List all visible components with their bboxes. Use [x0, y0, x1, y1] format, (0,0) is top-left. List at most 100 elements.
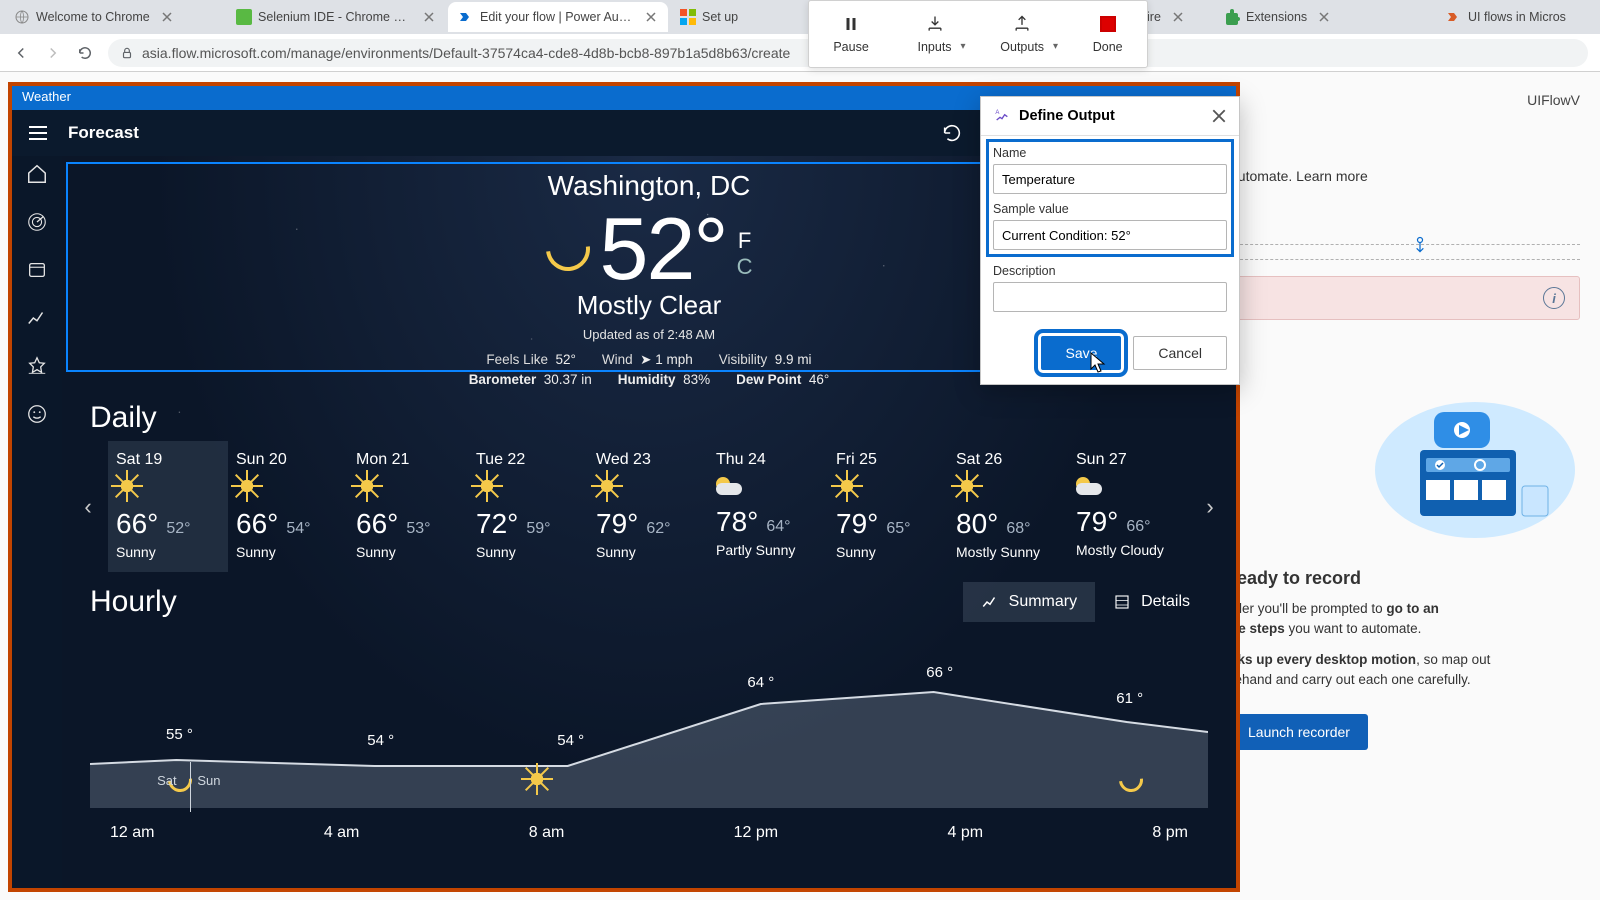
tab-title: UI flows in Micros — [1468, 10, 1566, 24]
browser-tab[interactable]: Set up — [670, 2, 800, 32]
day-card[interactable]: Thu 2478°64°Partly Sunny — [708, 441, 828, 572]
tab-title: Selenium IDE - Chrome Web Sto — [258, 10, 412, 24]
browser-tab[interactable]: Selenium IDE - Chrome Web Sto — [226, 2, 446, 32]
low-temp: 64° — [766, 518, 790, 536]
day-label: Thu 24 — [716, 451, 820, 469]
day-card[interactable]: Fri 2579°65°Sunny — [828, 441, 948, 572]
lock-icon — [120, 46, 134, 60]
day-condition: Mostly Cloudy — [1076, 542, 1180, 558]
radar-icon[interactable] — [25, 210, 49, 234]
day-card[interactable]: Wed 2379°62°Sunny — [588, 441, 708, 572]
forward-button[interactable] — [44, 44, 62, 62]
high-temp: 66° — [116, 508, 158, 540]
day-condition: Sunny — [116, 544, 220, 560]
inputs-dropdown[interactable]: Inputs — [918, 14, 952, 54]
dialog-title: Define Output — [1019, 108, 1211, 124]
launch-recorder-button[interactable]: Launch recorder — [1230, 714, 1368, 750]
history-icon[interactable] — [25, 258, 49, 282]
summary-tab[interactable]: Summary — [963, 582, 1095, 622]
extension-icon — [1224, 9, 1240, 25]
low-temp: 65° — [886, 520, 910, 538]
desc-label: Description — [993, 264, 1227, 278]
favorites-icon[interactable] — [25, 354, 49, 378]
menu-button[interactable] — [18, 113, 58, 153]
sample-label: Sample value — [993, 202, 1227, 216]
next-button[interactable]: › — [1190, 494, 1230, 520]
globe-icon — [14, 9, 30, 25]
home-icon[interactable] — [25, 162, 49, 186]
prev-button[interactable]: ‹ — [68, 494, 108, 520]
browser-tab-active[interactable]: Edit your flow | Power Automate — [448, 2, 668, 32]
chart-icon[interactable] — [25, 306, 49, 330]
partly-sunny-icon — [716, 475, 742, 495]
daily-forecast: ‹ Sat 1966°52°SunnySun 2066°54°SunnyMon … — [62, 441, 1236, 572]
close-icon[interactable] — [160, 10, 174, 24]
browser-tab[interactable]: Welcome to Chrome — [4, 2, 224, 32]
day-card[interactable]: Mon 2166°53°Sunny — [348, 441, 468, 572]
uiflow-label: UIFlowV — [1230, 92, 1580, 108]
outputs-dropdown[interactable]: Outputs — [1000, 14, 1044, 54]
sun-icon — [476, 475, 498, 497]
sun-icon — [836, 475, 858, 497]
sample-input[interactable] — [993, 220, 1227, 250]
day-card[interactable]: Sat 1966°52°Sunny — [108, 441, 228, 572]
moon-icon — [537, 218, 599, 280]
sun-icon — [236, 475, 258, 497]
name-label: Name — [993, 146, 1227, 160]
pause-icon — [841, 14, 861, 34]
sun-icon — [116, 475, 138, 497]
day-label: Sat 26 — [956, 451, 1060, 469]
learn-more-text: automate. Learn more — [1230, 168, 1580, 184]
day-card[interactable]: Sat 2680°68°Mostly Sunny — [948, 441, 1068, 572]
feedback-icon[interactable] — [25, 402, 49, 426]
flow-icon — [458, 9, 474, 25]
details-tab[interactable]: Details — [1095, 582, 1208, 622]
close-icon[interactable] — [644, 10, 658, 24]
back-button[interactable] — [12, 44, 30, 62]
drop-zone[interactable] — [1230, 244, 1580, 260]
day-label: Sat 19 — [116, 451, 220, 469]
day-card[interactable]: Tue 2272°59°Sunny — [468, 441, 588, 572]
sun-icon — [956, 475, 978, 497]
save-button[interactable]: Save — [1041, 336, 1121, 370]
day-card[interactable]: Sun 2779°66°Mostly Cloudy — [1068, 441, 1188, 572]
done-button[interactable]: Done — [1093, 14, 1123, 54]
day-label: Sun 27 — [1076, 451, 1180, 469]
close-icon[interactable] — [1317, 10, 1331, 24]
outputs-icon — [1012, 14, 1032, 34]
day-label: Sun 20 — [236, 451, 340, 469]
unit-toggle[interactable]: FC — [737, 228, 753, 280]
day-label: Wed 23 — [596, 451, 700, 469]
day-label: Tue 22 — [476, 451, 580, 469]
day-condition: Sunny — [836, 544, 940, 560]
high-temp: 80° — [956, 508, 998, 540]
name-input[interactable] — [993, 164, 1227, 194]
url-text: asia.flow.microsoft.com/manage/environme… — [142, 45, 790, 61]
browser-tab[interactable]: UI flows in Micros — [1436, 2, 1596, 32]
hourly-chart[interactable]: 55 ° 54 ° 54 ° 64 ° 66 ° 61 ° Sat Sun 12… — [90, 628, 1208, 848]
selenium-icon — [236, 9, 252, 25]
partly-sunny-icon — [1076, 475, 1102, 495]
day-condition: Sunny — [596, 544, 700, 560]
sun-icon — [526, 768, 548, 790]
daily-heading: Daily — [62, 387, 1236, 441]
low-temp: 62° — [646, 520, 670, 538]
pause-button[interactable]: Pause — [833, 14, 868, 54]
low-temp: 66° — [1126, 518, 1150, 536]
refresh-button[interactable] — [930, 113, 974, 153]
browser-tab[interactable]: Extensions — [1214, 2, 1434, 32]
close-icon[interactable] — [422, 10, 436, 24]
desc-input[interactable] — [993, 282, 1227, 312]
cancel-button[interactable]: Cancel — [1133, 336, 1227, 370]
close-button[interactable] — [1211, 108, 1227, 124]
high-temp: 78° — [716, 506, 758, 538]
day-label: Fri 25 — [836, 451, 940, 469]
reload-button[interactable] — [76, 44, 94, 62]
day-condition: Sunny — [356, 544, 460, 560]
day-card[interactable]: Sun 2066°54°Sunny — [228, 441, 348, 572]
tab-title: Extensions — [1246, 10, 1307, 24]
sun-icon — [596, 475, 618, 497]
illustration — [1230, 380, 1580, 550]
close-icon[interactable] — [1171, 10, 1185, 24]
tab-title: Welcome to Chrome — [36, 10, 150, 24]
